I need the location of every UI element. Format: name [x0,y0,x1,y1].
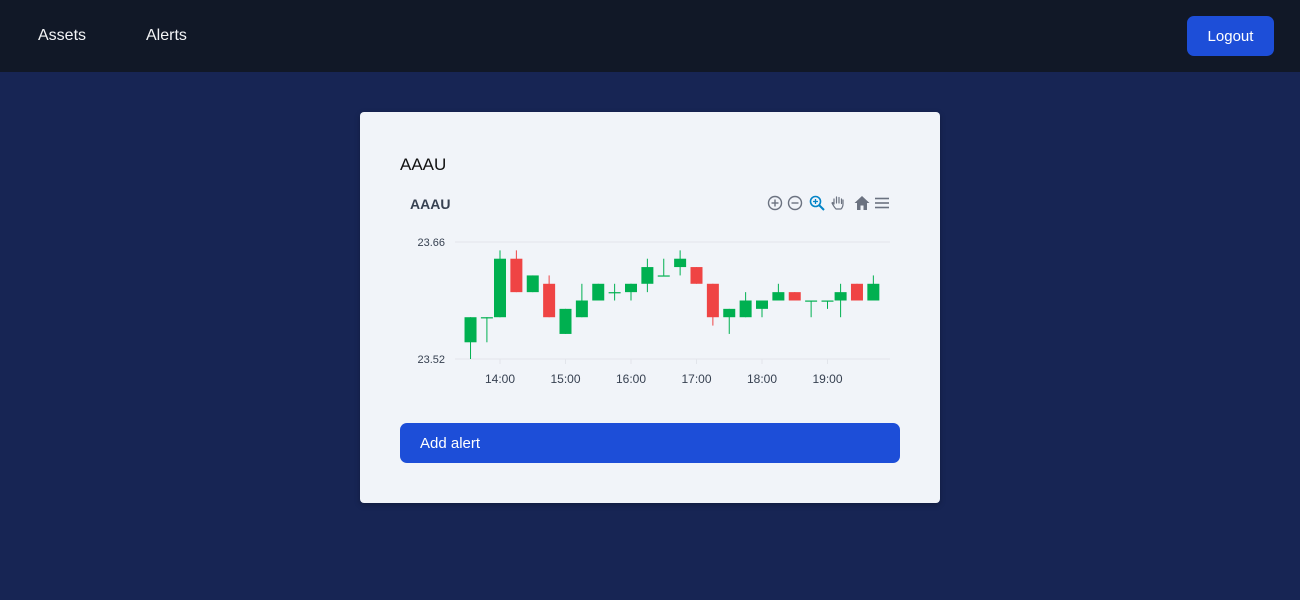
menu-icon[interactable] [873,194,891,212]
candle-body [657,275,670,277]
candle [494,250,506,318]
candles [464,250,880,359]
candle-body [608,292,621,294]
candle-body [821,300,834,302]
candle [608,283,621,301]
add-alert-button[interactable]: Add alert [400,423,900,463]
nav-assets-link[interactable]: Assets [38,26,86,46]
candle-body [625,283,637,293]
candle-body [850,283,863,301]
candle-body [788,292,801,301]
x-tick-label: 16:00 [616,372,646,386]
candle [723,308,736,334]
asset-card: AAAU AAAU 23.66 23.52 14:00 15:00 16:00 … [360,112,940,503]
candle [834,283,847,318]
zoom-out-icon[interactable] [786,194,804,212]
reset-zoom-icon[interactable] [853,194,871,212]
candle [867,275,880,301]
candle-body [690,267,703,284]
candle-body [510,258,523,293]
candle-body [805,300,818,302]
candlestick-chart: 23.66 23.52 14:00 15:00 16:00 17:00 18:00 19:… [417,237,890,386]
candle-body [526,275,539,293]
x-tick-label: 17:00 [681,372,711,386]
candle-body [867,283,880,301]
logout-button[interactable]: Logout [1187,16,1274,56]
candle [657,258,670,277]
candle [706,283,719,326]
candle [805,300,818,318]
candle [510,250,523,293]
x-tick-label: 14:00 [485,372,515,386]
y-tick-label: 23.66 [417,237,445,249]
candle [592,283,605,301]
x-tick-label: 18:00 [747,372,777,386]
candle [690,267,703,284]
candle [772,283,785,301]
candle-body [739,300,752,318]
candle-body [480,317,493,319]
top-navbar: Assets Alerts Logout [0,0,1300,72]
candle [625,283,637,301]
chart-title: AAAU [410,196,451,212]
candle-body [756,300,768,309]
candle [756,300,768,318]
candle-body [494,258,506,318]
candle-body [723,308,736,318]
nav-alerts-link[interactable]: Alerts [146,26,187,46]
candle-body [834,292,847,301]
candle [739,292,752,318]
candle [543,275,556,318]
candle [641,258,654,293]
candle-body [559,308,572,334]
asset-title: AAAU [400,155,447,174]
candle [821,300,834,309]
candle-body [575,300,588,318]
candle-body [592,283,605,301]
x-tick-label: 19:00 [812,372,842,386]
candle-body [641,267,654,284]
candle-body [464,317,477,343]
candle [464,317,477,359]
candle-body [674,258,687,268]
candle [674,250,687,276]
candle [788,292,801,301]
y-tick-label: 23.52 [417,354,445,366]
candle-body [706,283,719,318]
pan-icon[interactable] [829,194,847,212]
candle [575,283,588,318]
candle-body [543,283,556,318]
candle [526,275,539,293]
zoom-in-icon[interactable] [766,194,784,212]
x-axis: 14:00 15:00 16:00 17:00 18:00 19:00 [485,359,843,386]
selection-zoom-icon[interactable] [808,194,826,212]
candle [850,283,863,301]
candle [480,317,493,343]
candle-body [772,292,785,301]
x-tick-label: 15:00 [550,372,580,386]
candle [559,308,572,334]
